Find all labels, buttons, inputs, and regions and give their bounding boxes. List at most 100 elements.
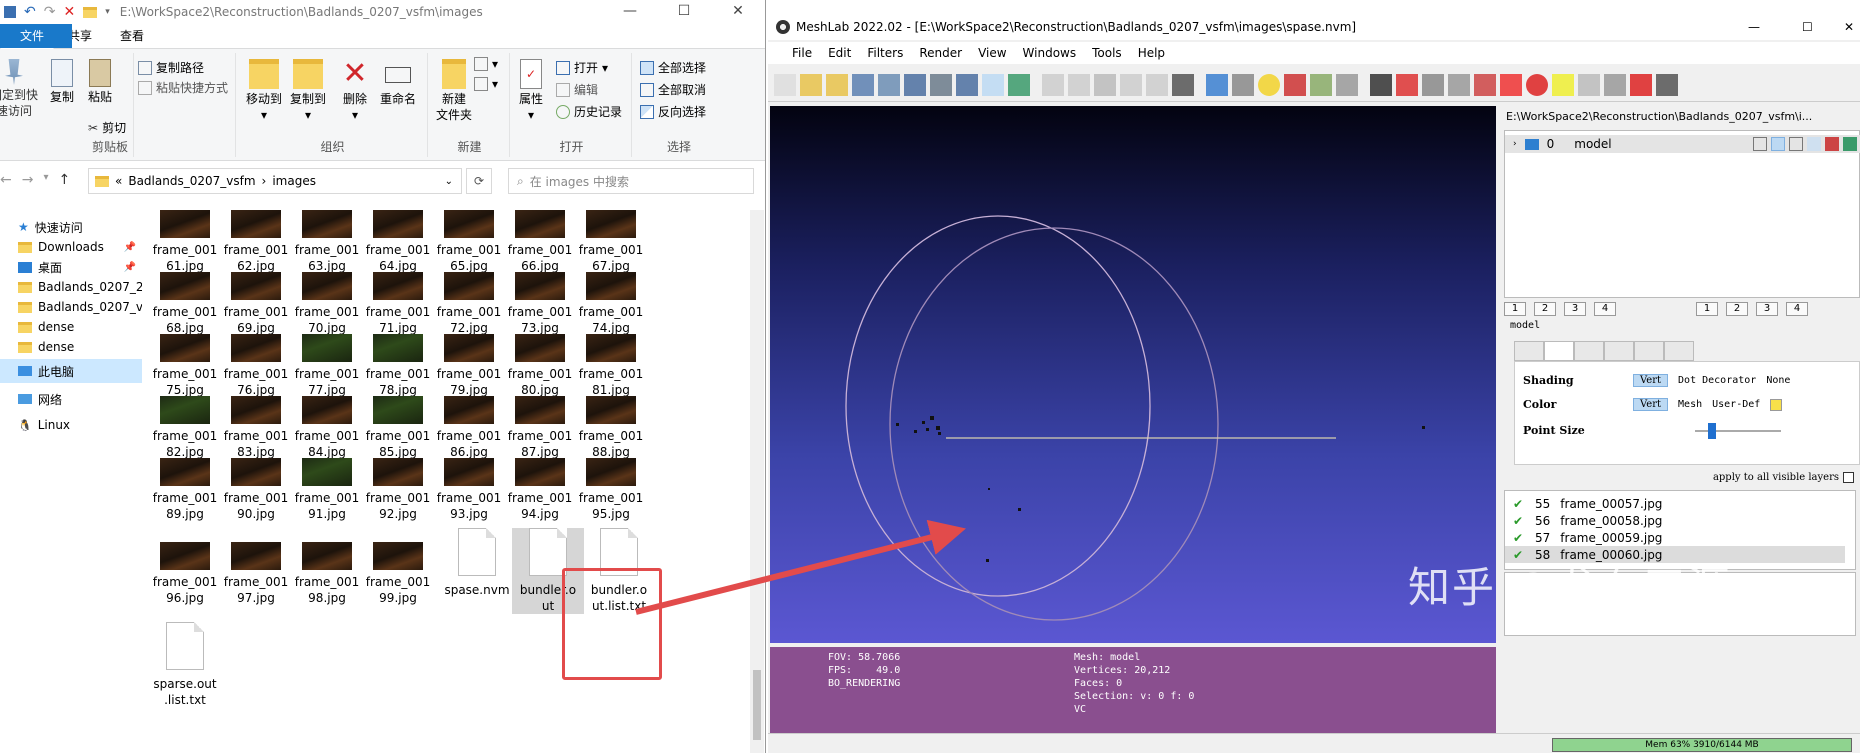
select-all-button[interactable]: 全部选择	[640, 59, 706, 76]
new-folder-button[interactable]: 新建 文件夹	[434, 59, 474, 123]
file-list-scrollbar[interactable]	[750, 210, 764, 753]
redo-icon[interactable]: ↷	[44, 4, 56, 20]
pin-icon[interactable]: 📌	[124, 262, 136, 273]
close-button[interactable]: ✕	[1844, 20, 1854, 34]
red-x-icon[interactable]	[1500, 74, 1522, 96]
file-item[interactable]: spase.nvm	[441, 528, 513, 598]
scrollbar-thumb[interactable]	[753, 670, 761, 740]
minimize-button[interactable]: —	[1748, 20, 1760, 34]
cut-icon[interactable]	[1422, 74, 1444, 96]
file-item[interactable]: frame_001 66.jpg	[504, 210, 576, 274]
file-item[interactable]: frame_001 77.jpg	[291, 334, 363, 398]
file-item[interactable]: frame_001 78.jpg	[362, 334, 434, 398]
nav-item-6[interactable]: dense	[0, 335, 142, 359]
minimize-button[interactable]: —	[610, 0, 650, 24]
select-none-button[interactable]: 全部取消	[640, 81, 706, 98]
file-item[interactable]: frame_001 90.jpg	[220, 458, 292, 522]
file-item[interactable]: frame_001 69.jpg	[220, 272, 292, 336]
color-icon[interactable]	[1336, 74, 1358, 96]
file-item[interactable]: frame_001 79.jpg	[433, 334, 505, 398]
bbox-icon[interactable]	[1042, 74, 1064, 96]
file-item[interactable]: frame_001 71.jpg	[362, 272, 434, 336]
close-icon[interactable]	[1604, 74, 1626, 96]
select-faces-icon[interactable]	[1578, 74, 1600, 96]
decorator-icon[interactable]	[1843, 137, 1857, 151]
tab-view[interactable]: 查看	[106, 24, 158, 48]
rename-button[interactable]: 重命名	[376, 59, 420, 107]
file-item[interactable]: frame_001 94.jpg	[504, 458, 576, 522]
layer-row[interactable]: › 0 model	[1505, 135, 1860, 153]
pick-icon[interactable]	[1396, 74, 1418, 96]
align-icon[interactable]	[1448, 74, 1470, 96]
delete-button[interactable]: ✕ 删除 ▾	[340, 59, 370, 123]
menu-view[interactable]: View	[970, 46, 1014, 60]
3d-viewport[interactable]	[770, 106, 1496, 643]
address-bar[interactable]: « Badlands_0207_vsfm › images ⌄	[88, 168, 462, 194]
file-item[interactable]: frame_001 97.jpg	[220, 542, 292, 606]
breadcrumb-current[interactable]: images	[272, 174, 316, 188]
recent-dropdown-icon[interactable]: ▾	[43, 172, 48, 188]
solid-icon[interactable]	[1807, 137, 1821, 151]
open-recent-icon[interactable]	[826, 74, 848, 96]
points-icon[interactable]	[1771, 137, 1785, 151]
file-item[interactable]: frame_001 64.jpg	[362, 210, 434, 274]
shading-dot-option[interactable]: Dot Decorator	[1678, 375, 1756, 386]
back-icon[interactable]: ←	[0, 172, 12, 188]
nav-item-8[interactable]: 网络	[0, 387, 142, 411]
breadcrumb-parent[interactable]: Badlands_0207_vsfm	[128, 174, 255, 188]
file-item[interactable]: frame_001 99.jpg	[362, 542, 434, 606]
history-button[interactable]: 历史记录	[556, 103, 622, 120]
slot-3[interactable]: 3	[1756, 302, 1778, 316]
lasso-icon[interactable]	[1370, 74, 1392, 96]
edit-button[interactable]: 编辑	[556, 81, 598, 98]
raster-row[interactable]: ✔ 55 frame_00057.jpg	[1505, 495, 1845, 512]
paint-icon[interactable]	[1310, 74, 1332, 96]
texture-icon[interactable]	[1825, 137, 1839, 151]
shading-none-option[interactable]: None	[1766, 375, 1790, 386]
file-item[interactable]: frame_001 87.jpg	[504, 396, 576, 460]
apply-all-checkbox[interactable]	[1843, 472, 1854, 483]
copy-to-button[interactable]: 复制到 ▾	[288, 59, 328, 123]
close-button[interactable]: ✕	[718, 0, 758, 24]
file-item[interactable]: frame_001 85.jpg	[362, 396, 434, 460]
delete-icon[interactable]: ✕	[63, 4, 75, 20]
nav-item-7[interactable]: 此电脑	[0, 359, 142, 383]
file-item[interactable]: frame_001 84.jpg	[291, 396, 363, 460]
menu-help[interactable]: Help	[1130, 46, 1173, 60]
tab-decorator[interactable]	[1664, 341, 1694, 361]
file-item[interactable]: frame_001 98.jpg	[291, 542, 363, 606]
file-item[interactable]: frame_001 65.jpg	[433, 210, 505, 274]
export-icon[interactable]	[904, 74, 926, 96]
file-item[interactable]: frame_001 67.jpg	[575, 210, 647, 274]
color-vert-option[interactable]: Vert	[1633, 398, 1669, 411]
tab-bbox[interactable]	[1514, 341, 1544, 361]
menu-filters[interactable]: Filters	[859, 46, 911, 60]
tab-file[interactable]: 文件	[0, 24, 72, 48]
file-item[interactable]: sparse.out .list.txt	[149, 622, 221, 708]
file-item[interactable]: frame_001 82.jpg	[149, 396, 221, 460]
slot-3[interactable]: 3	[1564, 302, 1586, 316]
layers-tool-icon[interactable]	[1172, 74, 1194, 96]
new-item-button[interactable]: ▾	[474, 57, 498, 71]
slot-1[interactable]: 1	[1696, 302, 1718, 316]
file-item[interactable]: frame_001 96.jpg	[149, 542, 221, 606]
open-icon[interactable]	[800, 74, 822, 96]
file-item[interactable]: frame_001 86.jpg	[433, 396, 505, 460]
menu-edit[interactable]: Edit	[820, 46, 859, 60]
tab-texture[interactable]	[1634, 341, 1664, 361]
file-item[interactable]: frame_001 68.jpg	[149, 272, 221, 336]
file-item[interactable]: frame_001 61.jpg	[149, 210, 221, 274]
point-size-slider[interactable]	[1695, 423, 1781, 439]
pin-icon[interactable]: 📌	[124, 242, 136, 253]
maximize-button[interactable]: ☐	[664, 0, 704, 24]
file-item[interactable]: frame_001 88.jpg	[575, 396, 647, 460]
move-to-button[interactable]: 移动到 ▾	[244, 59, 284, 123]
file-item[interactable]: frame_001 81.jpg	[575, 334, 647, 398]
color-swatch[interactable]	[1770, 398, 1783, 411]
select-vert-icon[interactable]	[1552, 74, 1574, 96]
wire-icon[interactable]	[1789, 137, 1803, 151]
chevron-down-icon[interactable]: ⌄	[445, 176, 453, 187]
color-mesh-option[interactable]: Mesh	[1678, 399, 1702, 410]
visible-check-icon[interactable]: ✔	[1513, 531, 1525, 545]
search-input[interactable]: ⌕ 在 images 中搜索	[508, 168, 754, 194]
